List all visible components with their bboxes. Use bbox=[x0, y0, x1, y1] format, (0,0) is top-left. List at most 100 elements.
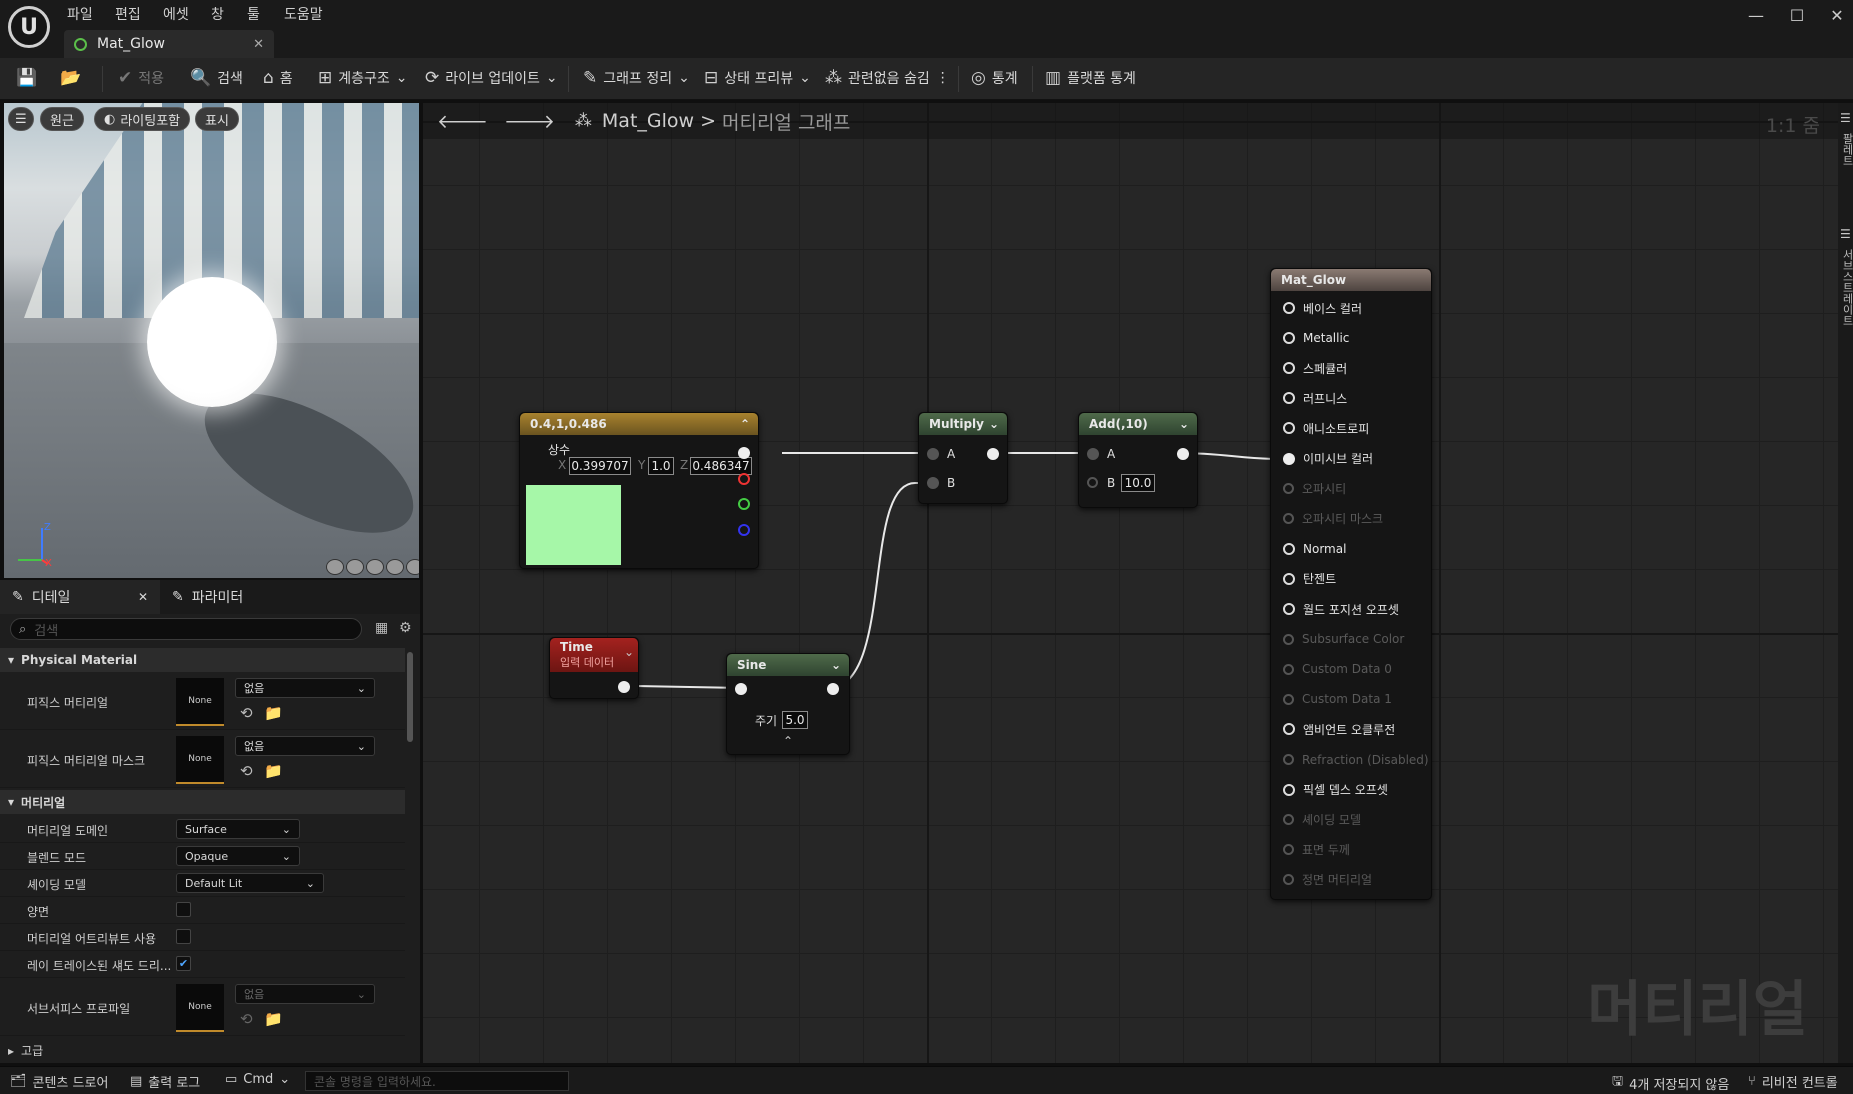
forward-arrow-icon[interactable]: 🡒 bbox=[504, 110, 555, 133]
subsurface-dropdown[interactable]: 없음 ⌄ bbox=[235, 984, 375, 1004]
result-input-row[interactable]: 픽셀 뎁스 오프셋 bbox=[1271, 775, 1431, 805]
result-input-row[interactable]: Custom Data 0 bbox=[1271, 654, 1431, 684]
material-result-node[interactable]: Mat_Glow 베이스 컬러 Metallic 스페큘러 러프니스 애니소트로피 이미시… bbox=[1270, 268, 1432, 900]
add-b-pin[interactable] bbox=[1087, 477, 1098, 488]
browse-icon[interactable]: 📁 bbox=[264, 704, 283, 722]
maximize-icon[interactable]: ☐ bbox=[1782, 6, 1812, 25]
sphere-icon[interactable] bbox=[346, 559, 364, 575]
constant-vector-node[interactable]: 0.4,1,0.486 ⌃ 상수 X 0.399707 Y 1.0 Z 0.486… bbox=[519, 412, 759, 569]
result-input-pin[interactable] bbox=[1283, 452, 1295, 465]
unreal-logo-icon[interactable]: U bbox=[8, 6, 50, 48]
result-input-pin[interactable] bbox=[1283, 362, 1295, 375]
apply-button[interactable]: ✔ 적용 bbox=[118, 68, 164, 88]
state-preview-button[interactable]: ⊟ 상태 프리뷰 ⌄ bbox=[704, 68, 811, 88]
add-a-pin[interactable] bbox=[1087, 448, 1099, 460]
perspective-button[interactable]: 원근 bbox=[40, 107, 84, 131]
result-input-pin[interactable] bbox=[1283, 723, 1295, 736]
time-output-pin[interactable] bbox=[618, 681, 630, 693]
hierarchy-button[interactable]: ⊞ 계층구조 ⌄ bbox=[318, 68, 408, 88]
result-input-row[interactable]: 이미시브 컬러 bbox=[1271, 444, 1431, 474]
result-input-row[interactable]: 표면 두께 bbox=[1271, 835, 1431, 865]
preview-shape-selector[interactable] bbox=[326, 559, 419, 575]
browse-button[interactable]: 📂 bbox=[60, 68, 81, 88]
preview-viewport[interactable]: ☰ 원근 ◐ 라이팅포함 표시 Z X bbox=[4, 103, 419, 578]
result-input-pin[interactable] bbox=[1283, 783, 1295, 796]
result-input-pin[interactable] bbox=[1283, 422, 1295, 435]
breadcrumb-asset[interactable]: Mat_Glow bbox=[602, 110, 694, 132]
reset-icon[interactable]: ⟲ bbox=[240, 1010, 253, 1028]
show-button[interactable]: 표시 bbox=[195, 107, 239, 131]
result-input-pin[interactable] bbox=[1283, 542, 1295, 555]
substrate-menu-icon[interactable]: ☰ bbox=[1840, 227, 1851, 241]
blend-dropdown[interactable]: Opaque ⌄ bbox=[176, 846, 300, 866]
live-update-button[interactable]: ⟳ 라이브 업데이트 ⌄ bbox=[425, 68, 558, 88]
palette-tab[interactable]: 팔레트 bbox=[1839, 133, 1853, 166]
cmd-dropdown[interactable]: ▭ Cmd ⌄ bbox=[225, 1072, 290, 1087]
gear-icon[interactable]: ⚙ bbox=[399, 620, 412, 636]
result-input-row[interactable]: 스페큘러 bbox=[1271, 353, 1431, 383]
menu-edit[interactable]: 편집 bbox=[115, 4, 141, 24]
cube-icon[interactable] bbox=[386, 559, 404, 575]
save-button[interactable]: 💾 bbox=[16, 68, 37, 88]
menu-asset[interactable]: 에셋 bbox=[163, 4, 189, 24]
chevron-down-icon[interactable]: ⌄ bbox=[1179, 417, 1189, 431]
result-input-row[interactable]: 셰이딩 모델 bbox=[1271, 805, 1431, 835]
back-arrow-icon[interactable]: 🡐 bbox=[437, 110, 488, 133]
details-search-input[interactable]: ⌕ 검색 bbox=[10, 618, 362, 640]
result-input-row[interactable]: 베이스 컬러 bbox=[1271, 293, 1431, 323]
graph-cleanup-button[interactable]: ✎ 그래프 정리 ⌄ bbox=[583, 68, 690, 88]
add-b-input[interactable]: 10.0 bbox=[1121, 474, 1155, 492]
hide-unrelated-button[interactable]: ⁂ 관련없음 숨김 ⋮ bbox=[825, 68, 950, 88]
result-input-row[interactable]: 오파시티 마스크 bbox=[1271, 504, 1431, 534]
phys-material-dropdown[interactable]: 없음 ⌄ bbox=[235, 678, 375, 698]
multiply-node[interactable]: Multiply ⌄ A B bbox=[918, 412, 1008, 504]
menu-file[interactable]: 파일 bbox=[67, 4, 93, 24]
result-input-row[interactable]: Refraction (Disabled) bbox=[1271, 745, 1431, 775]
minimize-icon[interactable]: — bbox=[1741, 6, 1771, 25]
table-view-icon[interactable]: ▦ bbox=[375, 620, 388, 636]
result-input-pin[interactable] bbox=[1283, 483, 1294, 495]
subsurface-thumbnail[interactable]: None bbox=[176, 984, 224, 1032]
close-window-icon[interactable]: ✕ bbox=[1822, 6, 1852, 25]
output-log-button[interactable]: ▤ 출력 로그 bbox=[130, 1072, 200, 1091]
tab-details[interactable]: ✎ 디테일 ✕ bbox=[0, 580, 160, 614]
asset-tab[interactable]: Mat_Glow ✕ bbox=[64, 30, 274, 58]
browse-icon[interactable]: 📁 bbox=[264, 1010, 283, 1028]
period-input[interactable]: 5.0 bbox=[782, 711, 808, 729]
console-input[interactable]: 콘솔 명령을 입력하세요. bbox=[305, 1071, 569, 1091]
result-input-row[interactable]: Normal bbox=[1271, 534, 1431, 564]
result-input-pin[interactable] bbox=[1283, 633, 1294, 645]
phys-mask-dropdown[interactable]: 없음 ⌄ bbox=[235, 736, 375, 756]
result-input-pin[interactable] bbox=[1283, 302, 1295, 314]
tab-parameters[interactable]: ✎ 파라미터 bbox=[160, 580, 255, 614]
sine-input-pin[interactable] bbox=[735, 683, 747, 695]
stats-button[interactable]: ◎ 통계 bbox=[971, 68, 1018, 88]
domain-dropdown[interactable]: Surface ⌄ bbox=[176, 819, 300, 839]
platform-stats-button[interactable]: ▥ 플랫폼 통계 bbox=[1045, 68, 1136, 88]
plane-icon[interactable] bbox=[366, 559, 384, 575]
result-input-pin[interactable] bbox=[1283, 332, 1295, 345]
result-input-pin[interactable] bbox=[1283, 513, 1294, 525]
result-input-pin[interactable] bbox=[1283, 814, 1294, 826]
result-input-row[interactable]: 오파시티 bbox=[1271, 474, 1431, 504]
result-input-row[interactable]: 정면 머티리얼 bbox=[1271, 865, 1431, 895]
custom-mesh-icon[interactable] bbox=[406, 559, 419, 575]
menu-window[interactable]: 창 bbox=[211, 4, 224, 24]
result-input-pin[interactable] bbox=[1283, 754, 1294, 765]
y-value-input[interactable]: 1.0 bbox=[648, 457, 674, 475]
result-input-pin[interactable] bbox=[1283, 392, 1295, 405]
output-pin[interactable] bbox=[738, 447, 750, 459]
output-b-pin[interactable] bbox=[738, 524, 750, 536]
result-input-pin[interactable] bbox=[1283, 844, 1294, 856]
result-input-pin[interactable] bbox=[1283, 603, 1295, 615]
multiply-output-pin[interactable] bbox=[987, 448, 999, 460]
viewport-menu-icon[interactable]: ☰ bbox=[8, 107, 34, 131]
phys-material-thumbnail[interactable]: None bbox=[176, 678, 224, 726]
close-tab-icon[interactable]: ✕ bbox=[253, 37, 264, 52]
result-input-row[interactable]: 러프니스 bbox=[1271, 383, 1431, 413]
shading-dropdown[interactable]: Default Lit ⌄ bbox=[176, 873, 324, 893]
result-input-row[interactable]: 애니소트로피 bbox=[1271, 413, 1431, 443]
result-input-pin[interactable] bbox=[1283, 693, 1294, 705]
result-input-row[interactable]: 월드 포지션 오프셋 bbox=[1271, 594, 1431, 624]
revision-control-button[interactable]: ⑂ 리비전 컨트롤 bbox=[1748, 1072, 1838, 1091]
